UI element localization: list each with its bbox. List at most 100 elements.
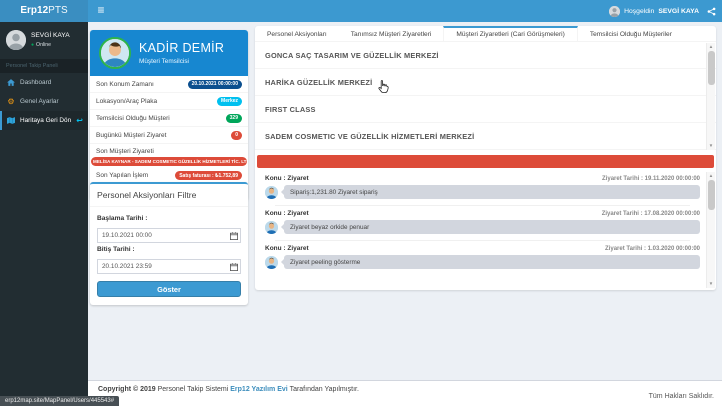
filter-title: Personel Aksiyonları Filtre	[90, 184, 248, 207]
scrollbar-thumb[interactable]	[708, 180, 715, 210]
visit-subject: Konu : Ziyaret	[265, 175, 309, 182]
copyright-text: Copyright © 2019	[98, 386, 156, 393]
visit-message: Ziyaret peeling gösterme	[284, 255, 700, 269]
footer-text: Personel Takip Sistemi	[158, 386, 229, 393]
visit-list-scrollbar[interactable]: ▲ ▼	[706, 172, 715, 288]
vendor-link[interactable]: Erp12 Yazılım Evi	[230, 386, 287, 393]
scroll-down-icon[interactable]: ▼	[709, 142, 713, 150]
logo-text-light: PTS	[48, 5, 67, 16]
app-logo[interactable]: Erp12PTS	[0, 0, 88, 22]
status-badge: 20.10.2021 00:00:00	[188, 80, 242, 89]
show-button[interactable]: Göster	[97, 281, 241, 297]
row-label: Lokasyon/Araç Plaka	[96, 98, 157, 105]
last-visit-banner: MELİSA KAYNAR - SADEM COSMETIC GÜZELLİK …	[91, 157, 247, 166]
reply-arrow-icon: ↩	[76, 117, 83, 125]
person-photo	[265, 186, 278, 199]
scroll-up-icon[interactable]: ▲	[709, 43, 713, 51]
settings-icon[interactable]	[707, 7, 716, 16]
status-badge: Merkez	[217, 97, 242, 106]
list-item[interactable]: GONCA SAÇ TASARIM VE GÜZELLİK MERKEZİ	[255, 42, 716, 69]
profile-row-customer-count: Temsilcisi Olduğu Müşteri 329	[90, 110, 248, 127]
person-photo	[265, 221, 278, 234]
actions-filter-card: Personel Aksiyonları Filtre Başlama Tari…	[90, 182, 248, 305]
representative-avatar[interactable]	[99, 37, 131, 69]
app-window: Erp12PTS ≡ Hoşgeldin SEVGİ KAYA SEVGİ KA…	[0, 0, 722, 406]
logo-text-bold: Erp12	[20, 5, 48, 16]
scrollbar-thumb[interactable]	[708, 51, 715, 85]
sidebar-item-general-settings[interactable]: ⚙ Genel Ayarlar	[0, 92, 88, 111]
visits-panel: Personel Aksiyonları Tanımsız Müşteri Zi…	[255, 26, 716, 290]
sidebar-section-header: Personel Takip Paneli	[0, 59, 88, 73]
representative-profile-card: KADİR DEMİR Müşteri Temsilcisi Son Konum…	[90, 30, 248, 200]
visit-avatar[interactable]	[265, 256, 278, 269]
visit-subject: Konu : Ziyaret	[265, 245, 309, 252]
visit-date: Ziyaret Tarihi : 19.11.2020 00:00:00	[602, 176, 700, 182]
sidebar-item-back-to-map[interactable]: Haritaya Geri Dön ↩	[0, 111, 88, 130]
tab-musteri-ziyaretleri[interactable]: Müşteri Ziyaretleri (Cari Görüşmeleri)	[443, 26, 577, 41]
list-item[interactable]: HARİKA GÜZELLİK MERKEZİ	[255, 69, 716, 96]
visit-date: Ziyaret Tarihi : 17.08.2020 00:00:00	[602, 211, 700, 217]
start-date-input[interactable]	[97, 228, 241, 243]
end-date-input[interactable]	[97, 259, 241, 274]
navbar-username[interactable]: SEVGİ KAYA	[658, 8, 699, 15]
sidebar-user-panel: SEVGİ KAYA ●Online	[0, 22, 88, 57]
sidebar-item-label: Genel Ayarlar	[20, 98, 59, 105]
profile-row-plate: Lokasyon/Araç Plaka Merkez	[90, 93, 248, 110]
invoice-badge: Satış faturası : ₺1.752,89	[175, 171, 242, 180]
visit-subject: Konu : Ziyaret	[265, 210, 309, 217]
person-icon	[6, 30, 26, 50]
list-item[interactable]: SADEM COSMETIC VE GÜZELLİK HİZMETLERİ ME…	[255, 123, 716, 150]
sidebar-item-label: Haritaya Geri Dön	[20, 117, 71, 124]
row-label: Son Yapılan İşlem	[96, 172, 148, 179]
end-date-label: Bitiş Tarihi :	[97, 246, 241, 253]
customer-list: GONCA SAÇ TASARIM VE GÜZELLİK MERKEZİ HA…	[255, 42, 716, 150]
tab-personel-aksiyonlari[interactable]: Personel Aksiyonları	[255, 26, 339, 41]
profile-row-today-visits: Bugünkü Müşteri Ziyaret 0	[90, 127, 248, 144]
visit-entry: Konu : Ziyaret Ziyaret Tarihi : 1.03.202…	[255, 241, 716, 269]
row-label: Son Konum Zamanı	[96, 81, 154, 88]
online-status-label: Online	[36, 42, 51, 48]
sidebar-toggle-icon[interactable]: ≡	[88, 0, 114, 22]
profile-card-header: KADİR DEMİR Müşteri Temsilcisi	[90, 30, 248, 76]
representative-name: KADİR DEMİR	[139, 41, 224, 55]
tab-temsilcisi-musteriler[interactable]: Temsilcisi Olduğu Müşteriler	[578, 26, 684, 41]
list-item[interactable]: FIRST CLASS	[255, 96, 716, 123]
person-icon	[609, 6, 620, 17]
footer: Copyright © 2019 Personel Takip Sistemi …	[88, 380, 722, 406]
tab-tanimsiz-ziyaretler[interactable]: Tanımsız Müşteri Ziyaretleri	[339, 26, 444, 41]
tab-bar: Personel Aksiyonları Tanımsız Müşteri Zi…	[255, 26, 716, 42]
person-photo	[265, 256, 278, 269]
sidebar-item-dashboard[interactable]: Dashboard	[0, 73, 88, 92]
sidebar-avatar[interactable]	[6, 30, 26, 50]
row-label: Bugünkü Müşteri Ziyaret	[96, 132, 166, 139]
scroll-up-icon[interactable]: ▲	[709, 172, 713, 180]
visit-message: Sipariş:1,231.80 Ziyaret sipariş	[284, 185, 700, 199]
greeting-text: Hoşgeldin	[624, 8, 654, 15]
navbar-user-area: Hoşgeldin SEVGİ KAYA	[609, 0, 716, 22]
sidebar: SEVGİ KAYA ●Online Personel Takip Paneli…	[0, 22, 88, 406]
selected-customer-header-bar	[257, 155, 714, 168]
online-status: ●Online	[31, 42, 70, 48]
profile-row-location-time: Son Konum Zamanı 20.10.2021 00:00:00	[90, 76, 248, 93]
visit-message: Ziyaret beyaz orkide penuar	[284, 220, 700, 234]
visit-date: Ziyaret Tarihi : 1.03.2020 00:00:00	[605, 246, 700, 252]
home-icon	[6, 79, 16, 86]
navbar-avatar[interactable]	[609, 6, 620, 17]
customer-list-scrollbar[interactable]: ▲ ▼	[706, 43, 715, 150]
scroll-down-icon[interactable]: ▼	[709, 280, 713, 288]
representative-title: Müşteri Temsilcisi	[139, 58, 224, 65]
online-dot-icon: ●	[31, 42, 34, 48]
last-visit-label: Son Müşteri Ziyareti	[90, 144, 248, 157]
map-icon	[6, 117, 16, 124]
sidebar-menu: Dashboard ⚙ Genel Ayarlar Haritaya Geri …	[0, 73, 88, 130]
portrait-photo	[101, 39, 129, 67]
footer-text: Tarafından Yapılmıştır.	[290, 386, 359, 393]
visit-avatar[interactable]	[265, 221, 278, 234]
browser-status-url: erp12map.site/MapPanel/Users/445543#	[0, 396, 119, 406]
row-label: Temsilcisi Olduğu Müşteri	[96, 115, 170, 122]
visit-history-list: Konu : Ziyaret Ziyaret Tarihi : 19.11.20…	[255, 171, 716, 269]
sidebar-username: SEVGİ KAYA	[31, 30, 70, 39]
visit-entry: Konu : Ziyaret Ziyaret Tarihi : 17.08.20…	[255, 206, 716, 241]
rights-text: Tüm Hakları Saklıdır.	[649, 393, 714, 400]
visit-avatar[interactable]	[265, 186, 278, 199]
